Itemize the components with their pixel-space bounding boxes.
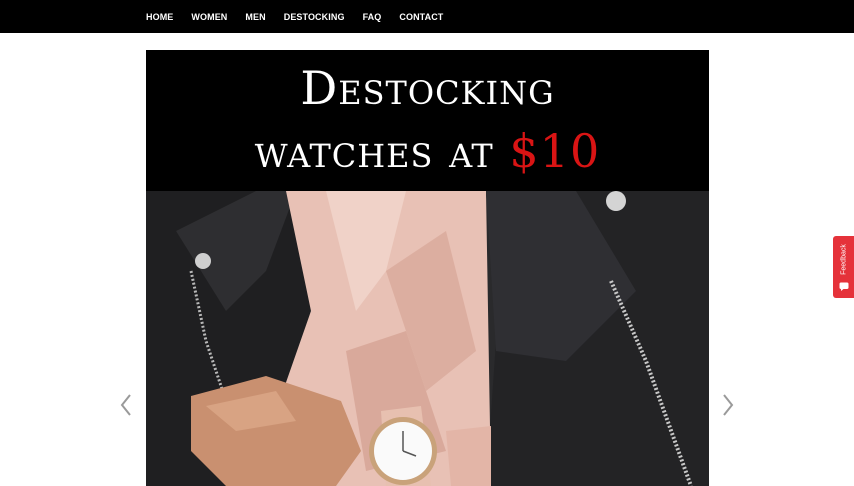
- feedback-tab[interactable]: Feedback: [833, 236, 854, 298]
- feedback-label: Feedback: [840, 244, 848, 275]
- banner-subheadline-text: watches at: [254, 124, 510, 178]
- hero-photo[interactable]: [146, 191, 709, 486]
- nav-item-faq[interactable]: FAQ: [363, 12, 382, 22]
- chevron-left-icon[interactable]: [117, 392, 135, 418]
- promo-banner[interactable]: Destocking watches at $10: [146, 50, 709, 191]
- chevron-right-icon[interactable]: [719, 392, 737, 418]
- hero-slider: Destocking watches at $10: [146, 50, 709, 486]
- banner-headline: Destocking: [300, 61, 555, 115]
- nav-item-women[interactable]: WOMEN: [191, 12, 227, 22]
- feedback-icon: [839, 282, 849, 291]
- nav-item-men[interactable]: MEN: [245, 12, 265, 22]
- nav-item-contact[interactable]: CONTACT: [399, 12, 443, 22]
- top-navigation: HOME WOMEN MEN DESTOCKING FAQ CONTACT: [0, 0, 854, 33]
- banner-subheadline: watches at $10: [146, 122, 709, 180]
- nav-menu: HOME WOMEN MEN DESTOCKING FAQ CONTACT: [146, 0, 461, 33]
- nav-item-home[interactable]: HOME: [146, 12, 173, 22]
- banner-price: $10: [509, 124, 601, 178]
- nav-item-destocking[interactable]: DESTOCKING: [284, 12, 345, 22]
